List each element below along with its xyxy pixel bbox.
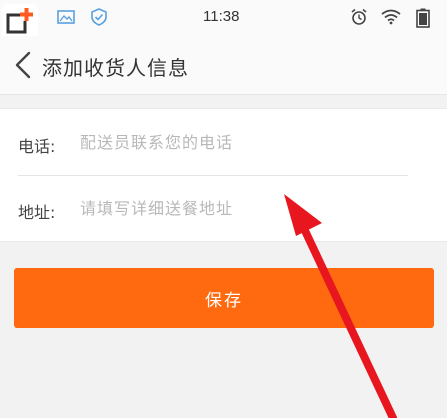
address-label: 地址: bbox=[18, 203, 56, 222]
shield-check-icon bbox=[91, 8, 107, 26]
title-bar: 添加收货人信息 bbox=[0, 36, 447, 95]
app-badge-icon bbox=[2, 4, 38, 38]
battery-icon bbox=[416, 8, 430, 28]
photo-icon bbox=[57, 10, 75, 24]
alarm-clock-icon bbox=[351, 8, 367, 25]
page-title: 添加收货人信息 bbox=[42, 56, 189, 80]
address-row: 地址: bbox=[0, 175, 447, 241]
phone-input[interactable] bbox=[80, 129, 400, 155]
phone-label: 电话: bbox=[18, 137, 56, 156]
wifi-icon bbox=[381, 9, 401, 25]
back-chevron-icon[interactable] bbox=[10, 50, 38, 80]
save-button[interactable]: 保存 bbox=[14, 268, 434, 328]
address-input[interactable] bbox=[80, 195, 400, 221]
status-bar: s 11:38 bbox=[0, 0, 447, 36]
recipient-form: 电话: 地址: bbox=[0, 108, 447, 242]
phone-row: 电话: bbox=[0, 109, 447, 175]
status-time: 11:38 bbox=[203, 8, 240, 25]
